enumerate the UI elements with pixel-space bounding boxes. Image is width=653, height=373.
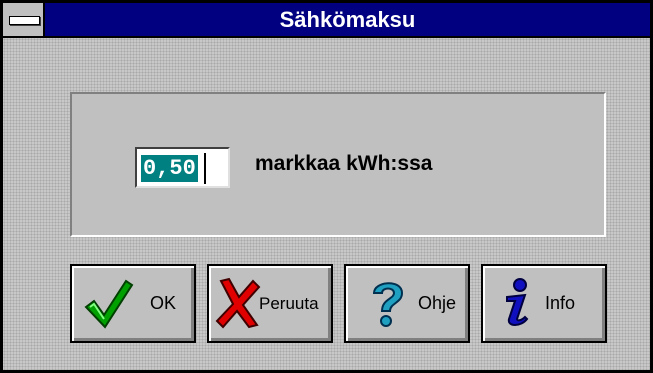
- x-icon: [215, 277, 261, 329]
- price-input[interactable]: 0,50: [135, 147, 230, 188]
- question-icon: [372, 282, 404, 327]
- title-bar: Sähkömaksu: [3, 3, 650, 38]
- unit-label: markkaa kWh:ssa: [255, 152, 433, 175]
- ok-button[interactable]: OK: [70, 264, 196, 343]
- cancel-button[interactable]: Peruuta: [207, 264, 333, 343]
- dialog-window: Sähkömaksu 0,50 markkaa kWh:ssa OK Peruu…: [0, 0, 653, 373]
- system-menu-icon: [9, 16, 40, 25]
- dialog-client-area: 0,50 markkaa kWh:ssa OK Peruuta Ohje Inf…: [3, 38, 650, 370]
- price-panel: 0,50 markkaa kWh:ssa: [70, 92, 606, 237]
- help-button[interactable]: Ohje: [344, 264, 470, 343]
- window-title: Sähkömaksu: [279, 7, 416, 32]
- info-button[interactable]: Info: [481, 264, 607, 343]
- cancel-label: Peruuta: [259, 293, 319, 313]
- ok-label: OK: [150, 293, 177, 313]
- price-value: 0,50: [141, 155, 198, 182]
- info-label: Info: [545, 293, 576, 313]
- help-label: Ohje: [418, 293, 457, 313]
- info-icon: [506, 278, 529, 326]
- system-menu-button[interactable]: [3, 3, 45, 36]
- text-caret: [204, 153, 206, 184]
- checkmark-icon: [84, 279, 134, 329]
